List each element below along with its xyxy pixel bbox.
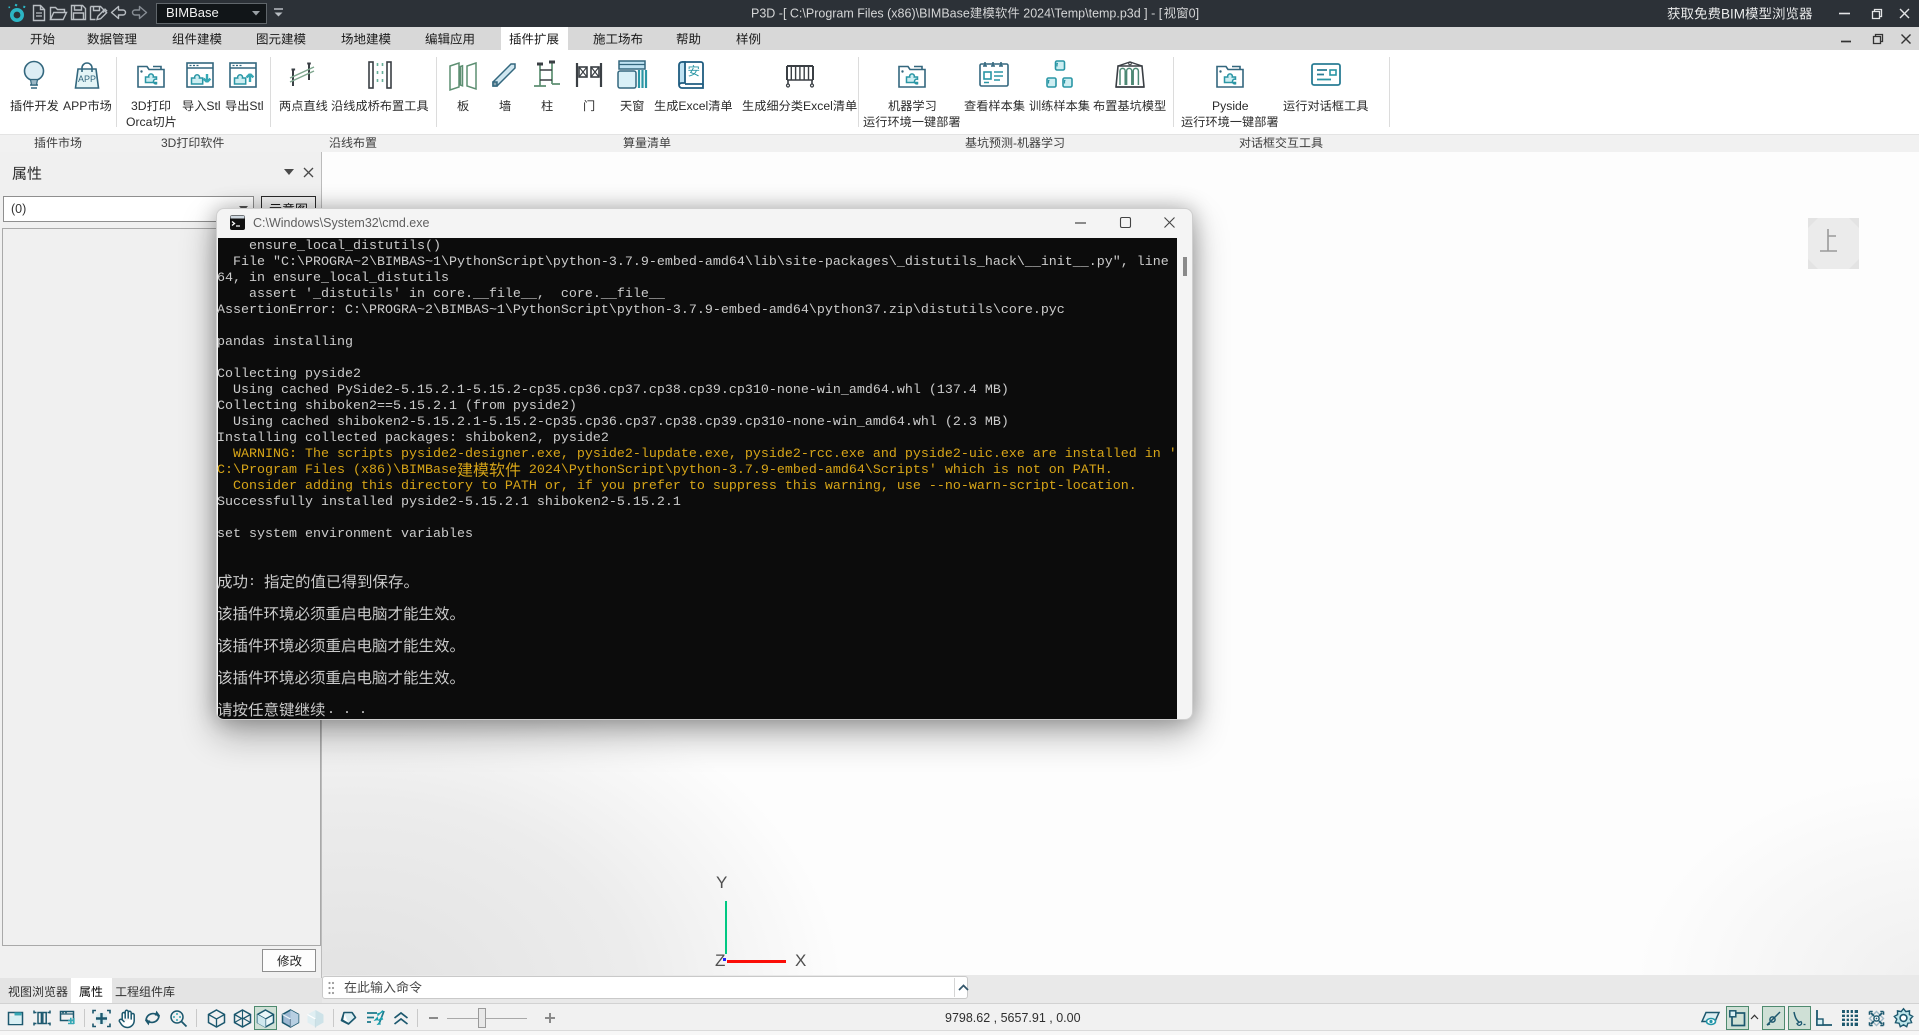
svg-text:BIM: BIM bbox=[1721, 6, 1745, 21]
svg-text:3D: 3D bbox=[161, 136, 177, 150]
svg-text:-: - bbox=[1013, 136, 1017, 150]
svg-text:Excel: Excel bbox=[803, 99, 833, 113]
svg-text:Stl: Stl bbox=[249, 99, 263, 113]
svg-text:APP: APP bbox=[78, 74, 96, 84]
svg-text:3D: 3D bbox=[131, 99, 147, 113]
svg-text:Stl: Stl bbox=[206, 99, 220, 113]
svg-text:Excel: Excel bbox=[678, 99, 708, 113]
svg-text:0]: 0] bbox=[1189, 7, 1199, 21]
svg-text:APP: APP bbox=[63, 99, 87, 113]
svg-text:Pyside: Pyside bbox=[1212, 99, 1249, 113]
svg-text:P3D -[ C:\Program Files (x86)\: P3D -[ C:\Program Files (x86)\BIMBase bbox=[751, 7, 970, 21]
svg-text:2024\Temp\temp.p3d ] - [: 2024\Temp\temp.p3d ] - [ bbox=[1020, 7, 1163, 21]
svg-text:Orca: Orca bbox=[126, 115, 153, 129]
